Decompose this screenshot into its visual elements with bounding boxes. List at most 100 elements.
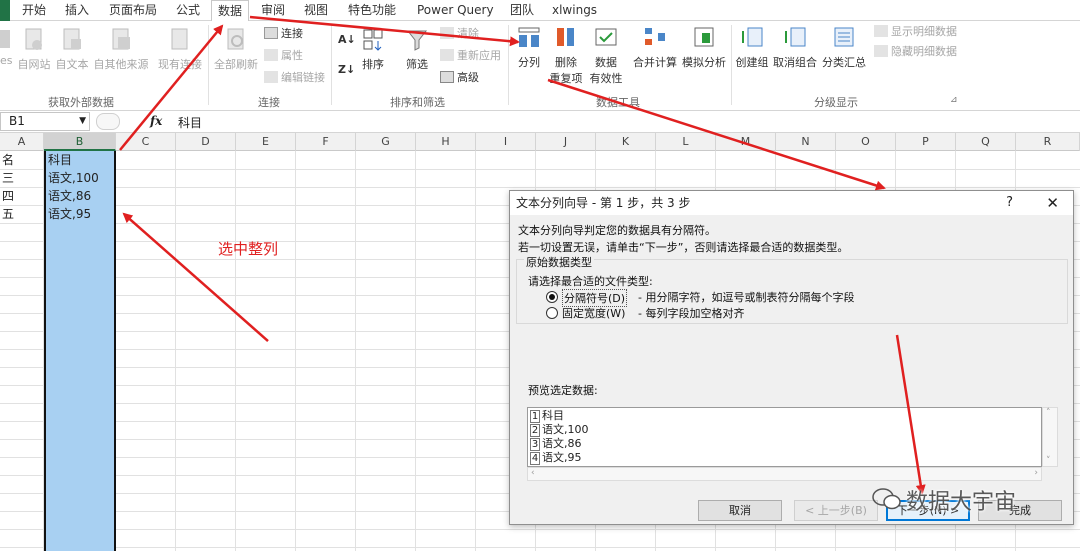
fixed-width-label[interactable]: 固定宽度(W) (562, 305, 625, 321)
column-header-f[interactable]: F (296, 133, 356, 151)
column-header-k[interactable]: K (596, 133, 656, 151)
cell-b2[interactable]: 语文,100 (48, 169, 114, 187)
filter-button[interactable]: 筛选 (402, 27, 432, 72)
dialog-title: 文本分列向导 - 第 1 步，共 3 步 (510, 191, 1073, 215)
column-header-b[interactable]: B (44, 133, 116, 151)
column-header-d[interactable]: D (176, 133, 236, 151)
chevron-right-icon[interactable]: › (1034, 468, 1038, 478)
cell-b1[interactable]: 科目 (48, 151, 114, 169)
group-label-outline: 分级显示 (814, 96, 858, 109)
column-header-o[interactable]: O (836, 133, 896, 151)
column-header-c[interactable]: C (116, 133, 176, 151)
chevron-left-icon[interactable]: ‹ (531, 468, 535, 478)
from-access-button[interactable]: ess (0, 27, 12, 67)
fixed-width-description: - 每列字段加空格对齐 (638, 307, 745, 320)
preview-line: 语文,100 (542, 423, 589, 436)
tab-special[interactable]: 特色功能 (348, 0, 396, 21)
consolidate-button[interactable]: 合并计算 (630, 25, 680, 70)
previous-button[interactable]: < 上一步(B) (794, 500, 878, 521)
sort-asc-icon[interactable]: A↓ (338, 31, 356, 49)
other-sources-icon (112, 28, 130, 50)
clear-filter-button[interactable]: 清除 (440, 25, 479, 43)
tab-xlwings[interactable]: xlwings (552, 0, 597, 21)
preview-horizontal-scrollbar[interactable]: ‹ › (527, 467, 1042, 481)
preview-line: 科目 (542, 409, 564, 422)
formula-bar-resizer[interactable] (96, 113, 120, 130)
database-icon (0, 30, 10, 48)
sort-desc-icon[interactable]: Z↓ (338, 61, 355, 79)
chevron-down-icon[interactable]: ˅ (1046, 456, 1051, 466)
ungroup-button[interactable]: 取消组合 (772, 25, 818, 70)
edit-links-button[interactable]: 编辑链接 (264, 69, 325, 87)
close-icon[interactable]: ✕ (1046, 191, 1059, 215)
connections-button[interactable]: 连接 (264, 25, 303, 43)
show-detail-button[interactable]: 显示明细数据 (874, 23, 957, 41)
data-validation-button[interactable]: 数据 有效性 (588, 25, 624, 86)
tab-formulas[interactable]: 公式 (176, 0, 200, 21)
name-box[interactable]: B1 ▼ (0, 112, 90, 131)
column-header-p[interactable]: P (896, 133, 956, 151)
edit-links-icon (264, 71, 278, 83)
from-other-sources-button[interactable]: 自其他来源 (92, 27, 150, 72)
advanced-filter-button[interactable]: 高级 (440, 69, 479, 87)
sort-button[interactable]: 排序 (358, 27, 388, 72)
tab-insert[interactable]: 插入 (65, 0, 89, 21)
what-if-analysis-button[interactable]: 模拟分析 (680, 25, 728, 70)
group-button[interactable]: 创建组 (734, 25, 770, 70)
column-header-q[interactable]: Q (956, 133, 1016, 151)
group-separator (331, 25, 332, 105)
cell-a4[interactable]: 五 (2, 205, 42, 223)
what-if-icon (694, 27, 714, 47)
column-header-n[interactable]: N (776, 133, 836, 151)
from-text-button[interactable]: 自文本 (54, 27, 90, 72)
dialog-line-2: 若一切设置无误，请单击“下一步”，否则请选择最合适的数据类型。 (518, 241, 849, 254)
delimited-radio[interactable] (546, 291, 558, 303)
hide-detail-button[interactable]: 隐藏明细数据 (874, 43, 957, 61)
formula-input[interactable]: 科目 (178, 114, 202, 131)
cancel-button[interactable]: 取消 (698, 500, 782, 521)
group-icon (742, 27, 763, 47)
help-icon[interactable]: ? (1006, 191, 1013, 215)
tab-data[interactable]: 数据 (211, 0, 250, 22)
existing-connections-button[interactable]: 现有连接 (156, 27, 204, 72)
tab-power-query[interactable]: Power Query (417, 0, 494, 21)
tab-team[interactable]: 团队 (510, 0, 534, 21)
preview-vertical-scrollbar[interactable]: ˄ ˅ (1042, 407, 1058, 467)
dialog-launcher-icon[interactable]: ⊿ (950, 91, 958, 109)
sort-dialog-icon (363, 29, 383, 51)
data-preview[interactable]: 1 科目 2 语文,100 3 语文,86 4 语文,95 (527, 407, 1042, 467)
cell-b4[interactable]: 语文,95 (48, 205, 114, 223)
cell-a1[interactable]: 名 (2, 151, 42, 169)
from-web-button[interactable]: 自网站 (16, 27, 52, 72)
column-header-m[interactable]: M (716, 133, 776, 151)
column-header-l[interactable]: L (656, 133, 716, 151)
column-header-i[interactable]: I (476, 133, 536, 151)
text-to-columns-button[interactable]: 分列 (512, 25, 546, 70)
tab-view[interactable]: 视图 (304, 0, 328, 21)
column-header-r[interactable]: R (1016, 133, 1080, 151)
insert-function-icon[interactable]: fx (150, 114, 162, 128)
remove-duplicates-button[interactable]: 删除 重复项 (548, 25, 584, 86)
cell-a2[interactable]: 三 (2, 169, 42, 187)
tab-review[interactable]: 审阅 (261, 0, 285, 21)
subtotal-button[interactable]: 分类汇总 (820, 25, 868, 70)
refresh-all-button[interactable]: 全部刷新 (212, 27, 260, 72)
chevron-up-icon[interactable]: ˄ (1046, 408, 1051, 418)
chevron-down-icon[interactable]: ▼ (79, 113, 86, 130)
cell-a3[interactable]: 四 (2, 187, 42, 205)
column-header-a[interactable]: A (0, 133, 44, 151)
text-to-columns-icon (518, 27, 540, 47)
tab-page-layout[interactable]: 页面布局 (109, 0, 157, 21)
from-access-label: ess (0, 54, 12, 67)
column-header-j[interactable]: J (536, 133, 596, 151)
fixed-width-radio[interactable] (546, 307, 558, 319)
tab-home[interactable]: 开始 (22, 0, 46, 21)
cell-b3[interactable]: 语文,86 (48, 187, 114, 205)
file-tab-edge[interactable] (0, 0, 10, 21)
column-header-g[interactable]: G (356, 133, 416, 151)
annotation-select-column: 选中整列 (218, 240, 279, 258)
properties-button[interactable]: 属性 (264, 47, 303, 65)
column-header-e[interactable]: E (236, 133, 296, 151)
reapply-button[interactable]: 重新应用 (440, 47, 501, 65)
column-header-h[interactable]: H (416, 133, 476, 151)
